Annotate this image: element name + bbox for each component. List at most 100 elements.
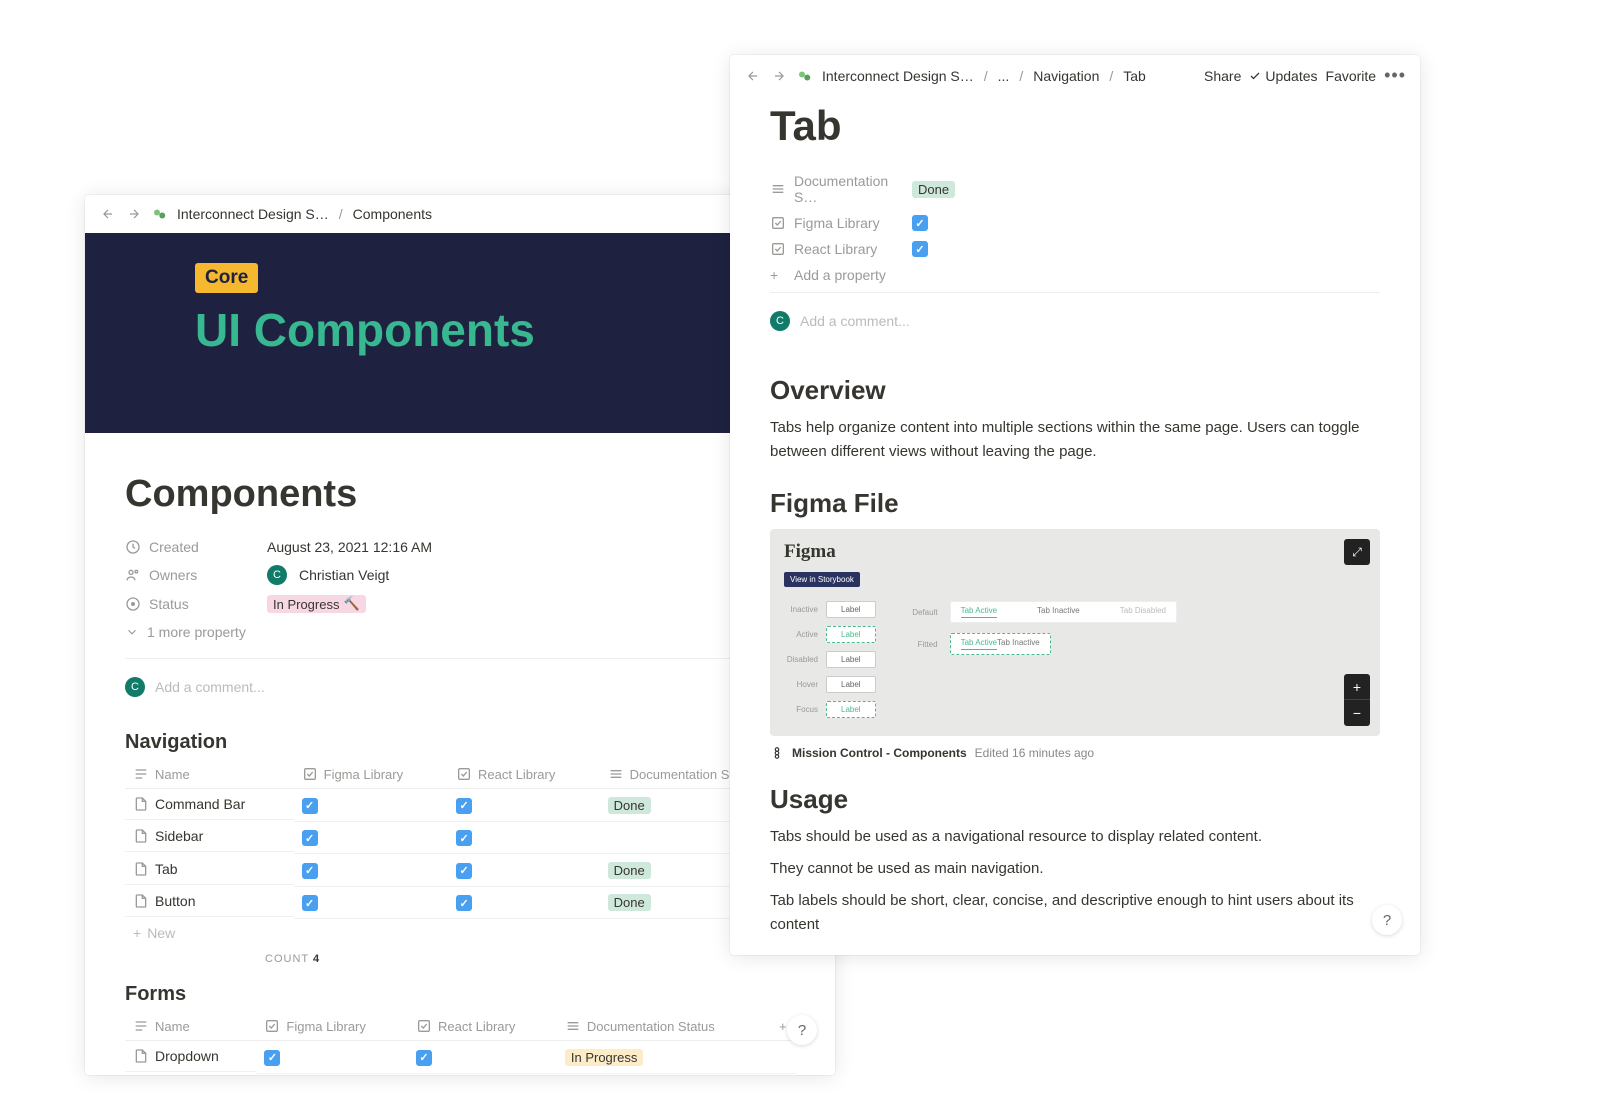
share-button[interactable]: Share (1204, 68, 1241, 84)
table-row[interactable]: Sidebar (125, 821, 795, 854)
property-docstatus[interactable]: Documentation S… Done (770, 168, 1380, 210)
row-count: COUNT 4 (125, 947, 795, 969)
breadcrumb-nav[interactable]: Navigation (1033, 68, 1099, 84)
breadcrumb-page[interactable]: Components (353, 206, 432, 222)
divider (770, 292, 1380, 293)
tabbar-fitted-preview: Tab Active Tab Inactive (950, 633, 1051, 655)
overview-heading: Overview (770, 375, 1380, 406)
usage-p1: Tabs should be used as a navigational re… (770, 825, 1380, 849)
page-title: Components (125, 473, 795, 516)
tabbar-default-preview: Tab Active Tab Inactive Tab Disabled (950, 601, 1177, 623)
breadcrumb-current[interactable]: Tab (1123, 68, 1146, 84)
figma-icon (770, 746, 784, 760)
figma-checked[interactable] (302, 863, 318, 879)
navigation-table: Name Figma Library React Library Documen… (125, 760, 795, 919)
react-checked[interactable] (456, 895, 472, 911)
breadcrumb-ellipsis[interactable]: ... (998, 68, 1010, 84)
comment-input[interactable]: C Add a comment... (770, 303, 1380, 351)
view-storybook-button[interactable]: View in Storybook (784, 572, 860, 587)
topbar: Interconnect Design S… / ... / Navigatio… (730, 55, 1420, 96)
property-react[interactable]: React Library (770, 236, 1380, 262)
col-docstatus[interactable]: Documentation Status (557, 1012, 771, 1041)
figma-embed[interactable]: Figma View in Storybook InactiveLabel Act… (770, 529, 1380, 736)
help-button[interactable]: ? (787, 1015, 817, 1045)
avatar: C (125, 677, 145, 697)
usage-p2: They cannot be used as main navigation. (770, 857, 1380, 881)
expand-icon[interactable]: ⤢ (1344, 539, 1370, 565)
figma-heading: Figma File (770, 488, 1380, 519)
figma-caption[interactable]: Mission Control - ComponentsEdited 16 mi… (770, 746, 1380, 760)
favorite-button[interactable]: Favorite (1326, 68, 1377, 84)
back-icon[interactable] (744, 67, 762, 85)
topbar: Interconnect Design S… / Components Shar… (85, 195, 835, 233)
add-property-button[interactable]: +Add a property (770, 262, 1380, 288)
section-title-navigation[interactable]: Navigation (125, 731, 795, 754)
col-react[interactable]: React Library (408, 1012, 557, 1041)
plus-icon: + (770, 267, 786, 283)
react-checked[interactable] (456, 798, 472, 814)
col-name[interactable]: Name (125, 760, 294, 789)
table-row[interactable]: Dropdown In Progress (125, 1041, 795, 1074)
table-row[interactable]: Tab Done (125, 854, 795, 887)
figma-embed-title: Figma (784, 541, 1366, 563)
table-row[interactable]: Button Done (125, 886, 795, 919)
owner-name: Christian Veigt (299, 567, 389, 583)
forward-icon[interactable] (125, 205, 143, 223)
forms-table: Name Figma Library React Library Documen… (125, 1012, 795, 1074)
breadcrumb-root[interactable]: Interconnect Design S… (177, 206, 329, 222)
new-row-button[interactable]: +New (125, 919, 795, 947)
zoom-in-button[interactable]: + (1344, 674, 1370, 700)
workspace-icon (151, 205, 169, 223)
figma-checked[interactable] (302, 798, 318, 814)
property-owners[interactable]: Owners C Christian Veigt (125, 560, 795, 590)
figma-checked[interactable] (302, 830, 318, 846)
cover-badge: Core (195, 263, 258, 293)
col-figma[interactable]: Figma Library (294, 760, 448, 789)
react-checked[interactable] (912, 241, 928, 257)
list-icon (770, 181, 786, 197)
state-row: ActiveLabel (784, 626, 876, 643)
help-button[interactable]: ? (1372, 905, 1402, 935)
back-icon[interactable] (99, 205, 117, 223)
comment-placeholder: Add a comment... (155, 679, 265, 695)
status-badge: In Progress 🔨 (267, 595, 366, 613)
chevron-down-icon (125, 625, 139, 639)
forward-icon[interactable] (770, 67, 788, 85)
tag-disc-icon (125, 596, 141, 612)
zoom-out-button[interactable]: − (1344, 700, 1370, 726)
zoom-controls: + − (1344, 674, 1370, 726)
page-title: Tab (770, 102, 1380, 150)
more-properties-button[interactable]: 1 more property (125, 618, 795, 654)
property-created[interactable]: Created August 23, 2021 12:16 AM (125, 534, 795, 560)
property-figma[interactable]: Figma Library (770, 210, 1380, 236)
created-value: August 23, 2021 12:16 AM (267, 539, 432, 555)
property-status[interactable]: Status In Progress 🔨 (125, 590, 795, 618)
checkbox-icon (770, 241, 786, 257)
breadcrumb-root[interactable]: Interconnect Design S… (822, 68, 974, 84)
state-row: InactiveLabel (784, 601, 876, 618)
more-menu-icon[interactable]: ••• (1384, 65, 1406, 86)
plus-icon: + (133, 925, 141, 941)
tab-page-window: Interconnect Design S… / ... / Navigatio… (730, 55, 1420, 955)
cover: Core UI Components (85, 233, 835, 433)
hammer-icon: 🔨 (343, 596, 359, 612)
react-checked[interactable] (456, 830, 472, 846)
state-row: DisabledLabel (784, 651, 876, 668)
col-name[interactable]: Name (125, 1012, 256, 1041)
comment-input[interactable]: C Add a comment... (125, 669, 795, 717)
col-react[interactable]: React Library (448, 760, 600, 789)
figma-checked[interactable] (912, 215, 928, 231)
people-icon (125, 567, 141, 583)
clock-icon (125, 539, 141, 555)
overview-text: Tabs help organize content into multiple… (770, 416, 1380, 464)
table-row[interactable]: Command Bar Done (125, 789, 795, 822)
avatar: C (267, 565, 287, 585)
status-badge: Done (912, 181, 955, 198)
section-title-forms[interactable]: Forms (125, 983, 795, 1006)
react-checked[interactable] (456, 863, 472, 879)
figma-checked[interactable] (302, 895, 318, 911)
col-figma[interactable]: Figma Library (256, 1012, 408, 1041)
updates-button[interactable]: Updates (1249, 68, 1317, 84)
breadcrumb-sep: / (339, 206, 343, 222)
components-window: Interconnect Design S… / Components Shar… (85, 195, 835, 1075)
